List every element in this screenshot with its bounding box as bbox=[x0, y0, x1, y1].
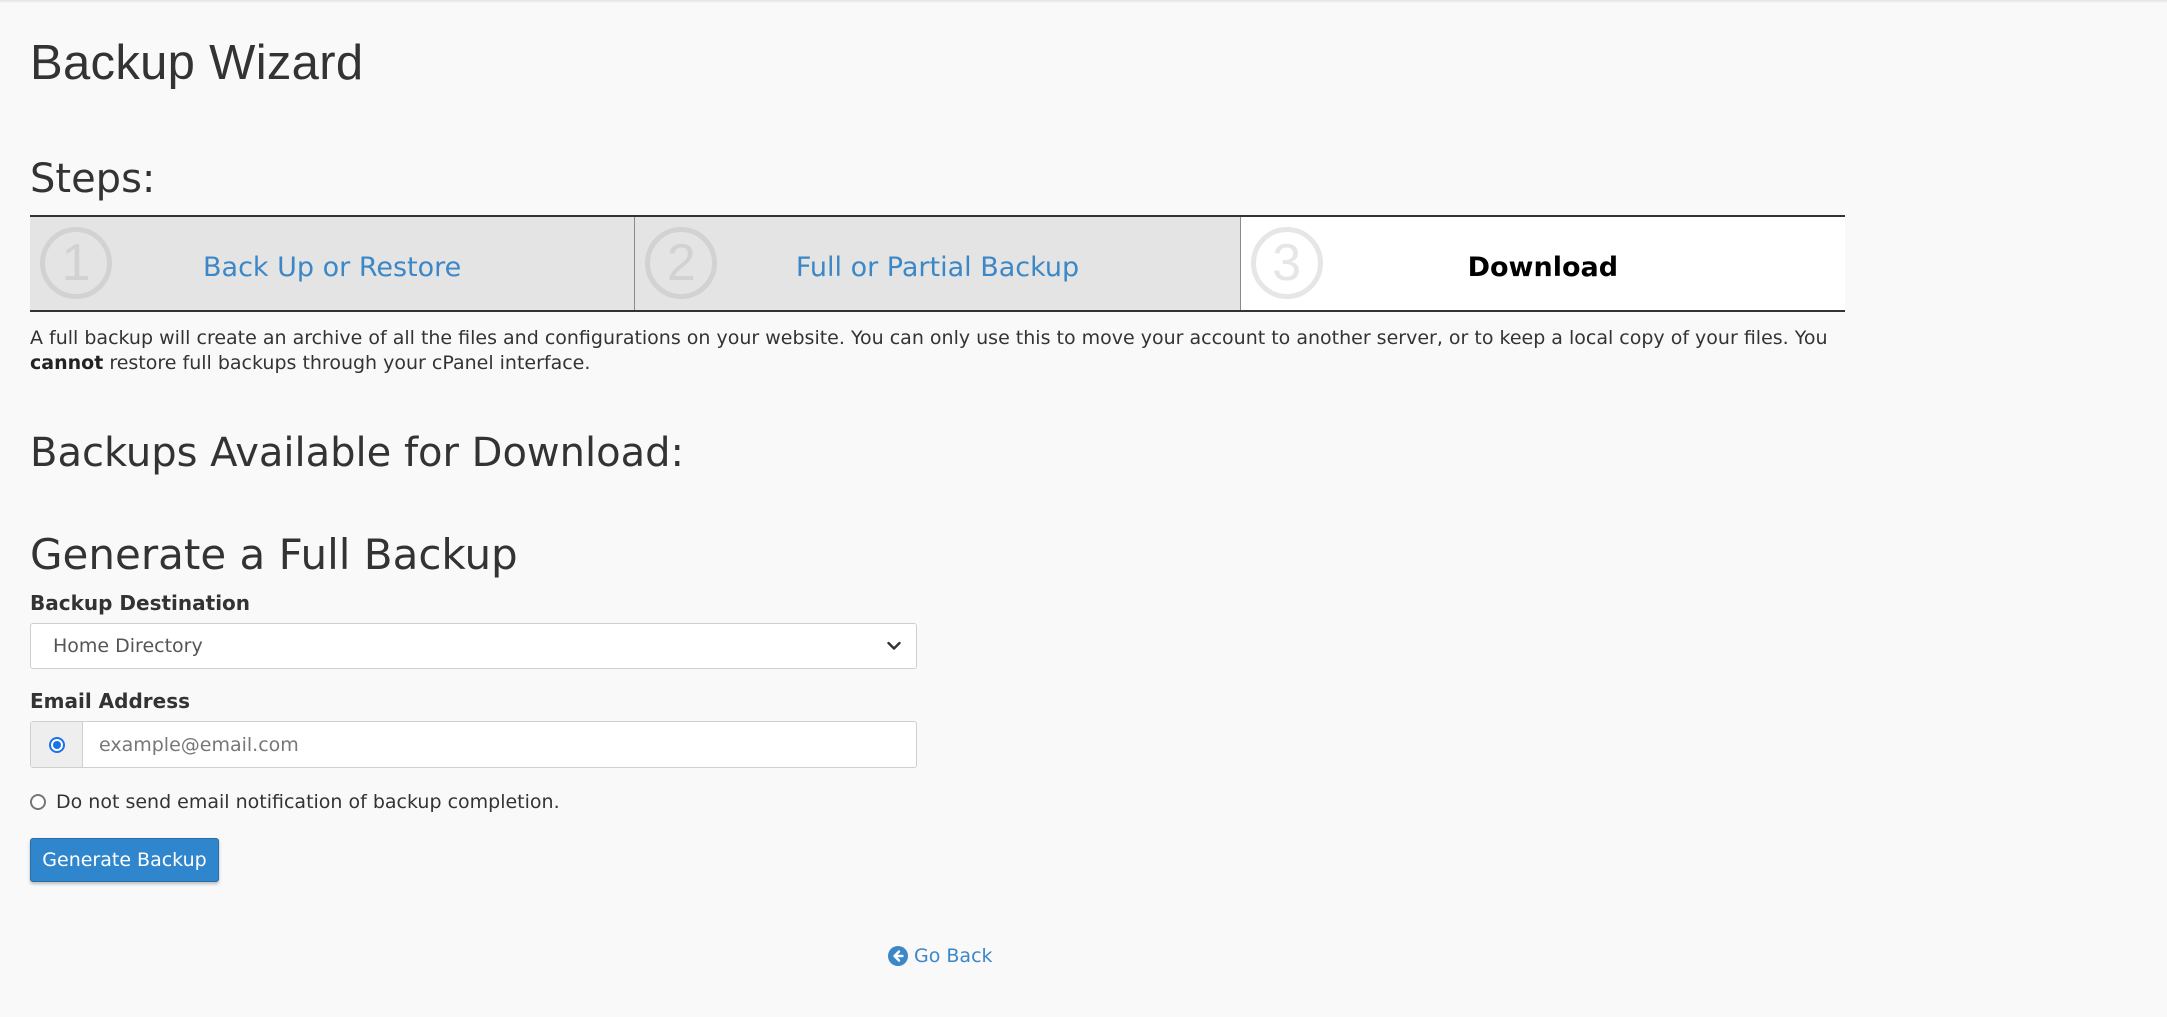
go-back-link[interactable]: Go Back bbox=[888, 944, 993, 968]
step-link-back-up-or-restore[interactable]: Back Up or Restore bbox=[203, 252, 461, 283]
no-email-option[interactable]: Do not send email notification of backup… bbox=[30, 790, 560, 814]
step-full-or-partial-backup[interactable]: 2 Full or Partial Backup bbox=[635, 217, 1241, 310]
steps-heading: Steps: bbox=[30, 156, 156, 202]
generate-full-backup-heading: Generate a Full Backup bbox=[30, 530, 518, 579]
no-email-radio[interactable] bbox=[30, 794, 46, 810]
step-download: 3 Download bbox=[1240, 217, 1845, 310]
backup-destination-value: Home Directory bbox=[53, 635, 203, 657]
email-radio-addon bbox=[31, 722, 83, 767]
email-field[interactable] bbox=[83, 722, 916, 767]
step-number-2: 2 bbox=[645, 227, 718, 299]
description-emphasis: cannot bbox=[30, 352, 104, 374]
description-text-before: A full backup will create an archive of … bbox=[30, 327, 1828, 349]
generate-backup-button[interactable]: Generate Backup bbox=[30, 838, 219, 882]
full-backup-description: A full backup will create an archive of … bbox=[30, 326, 1850, 376]
backup-destination-select[interactable]: Home Directory bbox=[30, 623, 917, 669]
email-address-label: Email Address bbox=[30, 689, 191, 713]
step-back-up-or-restore[interactable]: 1 Back Up or Restore bbox=[30, 217, 636, 310]
page-title: Backup Wizard bbox=[30, 36, 364, 90]
step-label-download: Download bbox=[1467, 251, 1619, 283]
chevron-down-icon bbox=[884, 636, 904, 656]
go-back-label: Go Back bbox=[914, 945, 993, 967]
no-email-label: Do not send email notification of backup… bbox=[56, 791, 560, 813]
step-number-1: 1 bbox=[40, 227, 112, 299]
arrow-circle-left-icon bbox=[888, 946, 908, 966]
steps-bar: 1 Back Up or Restore 2 Full or Partial B… bbox=[30, 215, 1845, 312]
step-link-full-or-partial-backup[interactable]: Full or Partial Backup bbox=[796, 252, 1079, 283]
backup-destination-label: Backup Destination bbox=[30, 591, 251, 615]
email-input-group bbox=[30, 721, 917, 768]
step-number-3: 3 bbox=[1250, 227, 1323, 299]
top-shadow bbox=[0, 0, 2167, 3]
description-text-after: restore full backups through your cPanel… bbox=[103, 352, 591, 374]
send-email-radio[interactable] bbox=[48, 736, 65, 753]
backups-available-heading: Backups Available for Download: bbox=[30, 430, 684, 476]
